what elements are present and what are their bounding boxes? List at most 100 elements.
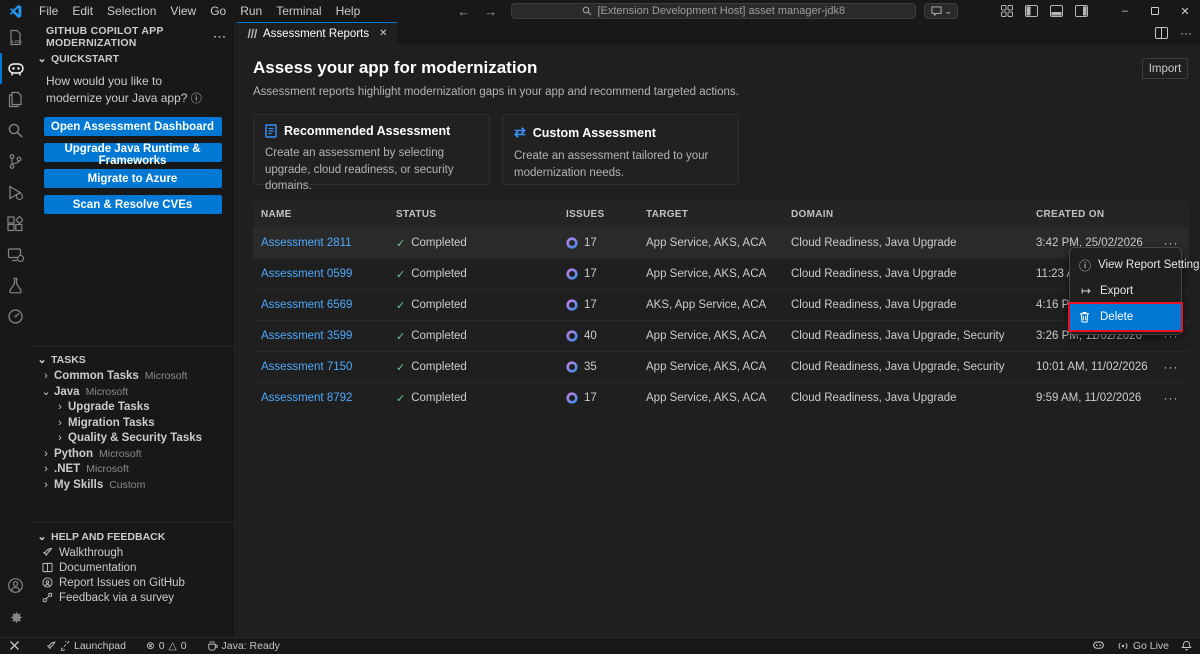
recommended-assessment-card[interactable]: Recommended Assessment Create an assessm… — [253, 114, 490, 185]
help-documentation[interactable]: Documentation — [30, 560, 235, 575]
menu-help[interactable]: Help — [329, 4, 368, 18]
task-my-skills[interactable]: › My Skills Custom — [30, 477, 235, 493]
row-more-actions[interactable]: ··· — [1153, 360, 1189, 374]
search-sidebar-icon[interactable] — [0, 115, 30, 146]
live-session-icon[interactable] — [0, 301, 30, 332]
task-dotnet[interactable]: › .NET Microsoft — [30, 461, 235, 477]
status-label: Completed — [411, 392, 467, 404]
source-control-icon[interactable] — [0, 146, 30, 177]
extensions-icon[interactable] — [0, 208, 30, 239]
assessment-link[interactable]: Assessment 7150 — [261, 361, 396, 373]
assessment-link[interactable]: Assessment 0599 — [261, 268, 396, 280]
task-upgrade-tasks[interactable]: › Upgrade Tasks — [30, 399, 235, 415]
table-row[interactable]: Assessment 3599 ✓Completed 40 App Servic… — [253, 320, 1189, 351]
tasks-section-header[interactable]: ⌄ TASKS — [30, 349, 235, 368]
table-row[interactable]: Assessment 0599 ✓Completed 17 App Servic… — [253, 258, 1189, 289]
task-common-tasks[interactable]: › Common Tasks Microsoft — [30, 368, 235, 384]
copilot-modernization-icon[interactable] — [0, 53, 30, 84]
restore-button[interactable] — [1140, 0, 1170, 22]
command-center-search[interactable]: [Extension Development Host] asset manag… — [511, 3, 916, 19]
check-icon: ✓ — [396, 237, 405, 250]
report-chart-icon — [246, 28, 257, 39]
account-icon[interactable] — [0, 569, 30, 601]
problems-status[interactable]: ⊗ 0 △ 0 — [140, 638, 193, 654]
minimize-button[interactable]: – — [1110, 0, 1140, 22]
customize-layout-icon[interactable] — [1001, 5, 1013, 17]
task-python[interactable]: › Python Microsoft — [30, 446, 235, 462]
tab-strip: Assessment Reports ✕ ··· — [237, 22, 1200, 44]
assessment-link[interactable]: Assessment 6569 — [261, 299, 396, 311]
copilot-chat-button[interactable]: ⌄ — [924, 3, 958, 19]
row-more-actions[interactable]: ··· — [1153, 391, 1189, 405]
menu-edit[interactable]: Edit — [65, 4, 100, 18]
open-assessment-dashboard-button[interactable]: Open Assessment Dashboard — [44, 117, 222, 136]
task-label: .NET — [54, 463, 80, 475]
menu-selection[interactable]: Selection — [100, 4, 163, 18]
editor-more-actions[interactable]: ··· — [1180, 26, 1192, 40]
menu-file[interactable]: File — [32, 4, 65, 18]
task-label: Java — [54, 386, 80, 398]
info-icon[interactable]: ⓘ — [191, 93, 202, 105]
help-feedback-survey[interactable]: Feedback via a survey — [30, 590, 235, 605]
assessment-link[interactable]: Assessment 3599 — [261, 330, 396, 342]
custom-assessment-card[interactable]: ⇄ Custom Assessment Create an assessment… — [502, 114, 739, 185]
rocket-icon — [46, 641, 56, 651]
col-created-on: CREATED ON — [1036, 209, 1153, 220]
table-row[interactable]: Assessment 2811 ✓Completed 17 App Servic… — [253, 227, 1189, 258]
assessment-link[interactable]: Assessment 8792 — [261, 392, 396, 404]
upgrade-java-runtime-button[interactable]: Upgrade Java Runtime & Frameworks — [44, 143, 222, 162]
help-report-issues-github[interactable]: Report Issues on GitHub — [30, 575, 235, 590]
back-icon[interactable]: ← — [457, 4, 470, 19]
launchpad-status[interactable]: Launchpad — [40, 638, 132, 654]
remote-indicator[interactable] — [0, 638, 26, 654]
table-row[interactable]: Assessment 6569 ✓Completed 17 AKS, App S… — [253, 289, 1189, 320]
table-row[interactable]: Assessment 7150 ✓Completed 35 App Servic… — [253, 351, 1189, 382]
test-beaker-icon[interactable] — [0, 270, 30, 301]
target-cell: App Service, AKS, ACA — [646, 392, 791, 404]
split-editor-icon[interactable] — [1155, 27, 1168, 39]
toggle-primary-sidebar-icon[interactable] — [1025, 5, 1038, 17]
task-migration-tasks[interactable]: › Migration Tasks — [30, 415, 235, 431]
toggle-panel-icon[interactable] — [1050, 5, 1063, 17]
menu-item-label: View Report Settings — [1098, 259, 1200, 271]
menu-go[interactable]: Go — [203, 4, 233, 18]
menu-run[interactable]: Run — [233, 4, 269, 18]
forward-icon[interactable]: → — [484, 4, 497, 19]
table-row[interactable]: Assessment 8792 ✓Completed 17 App Servic… — [253, 382, 1189, 413]
menu-delete[interactable]: Delete — [1070, 304, 1181, 330]
help-walkthrough[interactable]: Walkthrough — [30, 545, 235, 560]
java-status[interactable]: Java: Ready — [201, 638, 286, 654]
toggle-secondary-sidebar-icon[interactable] — [1075, 5, 1088, 17]
import-button[interactable]: Import — [1142, 58, 1188, 79]
menu-export[interactable]: ↦ Export — [1070, 278, 1181, 304]
task-quality-security-tasks[interactable]: › Quality & Security Tasks — [30, 430, 235, 446]
explorer-pages-icon[interactable] — [0, 84, 30, 115]
quickstart-question: How would you like to modernize your Jav… — [46, 74, 187, 105]
run-debug-icon[interactable] — [0, 177, 30, 208]
domain-cell: Cloud Readiness, Java Upgrade — [791, 237, 1036, 249]
notifications-bell[interactable] — [1175, 638, 1200, 654]
menu-view-report-settings[interactable]: ⓘ View Report Settings — [1070, 252, 1181, 278]
remote-explorer-icon[interactable] — [0, 239, 30, 270]
quickstart-section-header[interactable]: ⌄ QUICKSTART — [30, 48, 235, 67]
task-label: Migration Tasks — [68, 417, 155, 429]
scan-resolve-cves-button[interactable]: Scan & Resolve CVEs — [44, 195, 222, 214]
close-window-button[interactable]: ✕ — [1170, 0, 1200, 22]
copilot-status[interactable] — [1086, 638, 1111, 654]
menu-view[interactable]: View — [163, 4, 203, 18]
assessment-link[interactable]: Assessment 2811 — [261, 237, 396, 249]
go-live-button[interactable]: Go Live — [1111, 638, 1175, 654]
sidebar-more-actions[interactable]: ··· — [214, 31, 228, 43]
title-bar: File Edit Selection View Go Run Terminal… — [0, 0, 1200, 22]
task-label: My Skills — [54, 479, 103, 491]
migrate-to-azure-button[interactable]: Migrate to Azure — [44, 169, 222, 188]
output-log-icon[interactable]: LOG — [0, 22, 30, 53]
menu-terminal[interactable]: Terminal — [269, 4, 328, 18]
settings-gear-icon[interactable] — [0, 601, 30, 633]
check-icon: ✓ — [396, 268, 405, 281]
domain-cell: Cloud Readiness, Java Upgrade, Security — [791, 361, 1036, 373]
task-java[interactable]: ⌄ Java Microsoft — [30, 384, 235, 400]
tab-close-icon[interactable]: ✕ — [379, 28, 387, 39]
help-section-header[interactable]: ⌄ HELP AND FEEDBACK — [30, 526, 235, 545]
tab-assessment-reports[interactable]: Assessment Reports ✕ — [237, 22, 397, 44]
